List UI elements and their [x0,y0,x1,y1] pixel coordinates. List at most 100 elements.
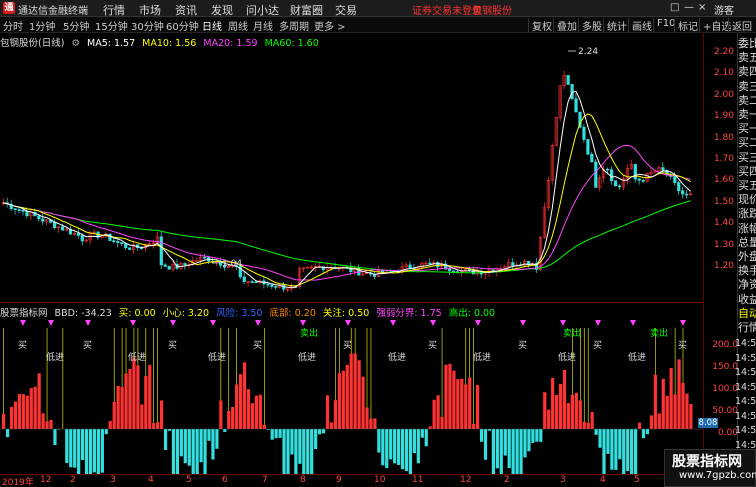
bbd-bar [81,429,85,461]
period-tab-1min[interactable]: 1分钟 [29,18,55,33]
menu-discover[interactable]: 发现 [211,2,233,18]
close-button[interactable]: × [698,2,706,13]
bbd-bar [574,392,578,429]
sidebar-item[interactable]: 卖五 [738,51,756,65]
bbd-bar [195,429,199,474]
candle-body [586,139,590,155]
bbd-bar [321,429,326,434]
bbd-bar [578,400,582,429]
signal-label: 买 [253,340,262,351]
bbd-bar [160,400,164,429]
candle-body [637,178,641,181]
restore-button[interactable]: □ [670,2,679,13]
menu-quotes[interactable]: 行情 [103,2,125,18]
sidebar-item[interactable]: 总量 [738,236,756,250]
sidebar-item[interactable]: 买四 [738,165,756,179]
sidebar-item[interactable]: 买五 [738,179,756,193]
bbd-bar [637,422,642,429]
date-label: 5 [186,475,192,485]
period-tab-5min[interactable]: 5分钟 [63,18,89,33]
period-tab-multi[interactable]: 多周期 [279,18,309,33]
sidebar-item[interactable]: 买一 [738,122,756,136]
bbd-bar [306,429,310,474]
bbd-bar [282,429,286,474]
menu-market[interactable]: 市场 [139,2,161,18]
bbd-bar [77,429,81,474]
candle-body [120,242,124,245]
bbd-bar [440,416,444,429]
bbd-bar [630,429,634,474]
sidebar-item[interactable]: 委比 [738,37,756,51]
sidebar-item[interactable]: 买三 [738,151,756,165]
sidebar-item[interactable]: 涨幅 [738,222,756,236]
period-tab-30min[interactable]: 30分钟 [131,18,164,33]
bbd-bar [535,429,539,442]
overlay-button[interactable]: 叠加 [553,18,577,33]
candle-body [159,236,163,266]
signal-marker [85,320,91,326]
price-chart[interactable]: 2.24 1.04 [0,47,705,302]
bbd-bar [167,429,172,431]
sidebar-item[interactable]: 收益 [738,293,756,307]
sidebar-item[interactable]: 外盘 [738,250,756,264]
candle-body [274,286,278,288]
sidebar-item[interactable]: 现价 [738,193,756,207]
sidebar-item[interactable]: 卖四 [738,65,756,79]
sidebar-item[interactable]: 卖二 [738,94,756,108]
candle-body [270,284,274,287]
bbd-bar [373,418,377,429]
bbd-bar [499,429,503,474]
guest-label[interactable]: 游客 [714,2,734,17]
add-watchlist-button[interactable]: +自选 [699,18,731,33]
period-tab-weekly[interactable]: 周线 [228,18,248,33]
bbd-bar [191,429,195,474]
sidebar-item[interactable]: 自动 [738,307,756,321]
multi-stock-button[interactable]: 多股 [578,18,602,33]
mark-button[interactable]: 标记 [674,18,698,33]
period-tab-60min[interactable]: 60分钟 [166,18,199,33]
sidebar-item[interactable]: 换手 [738,264,756,278]
menu-wealth[interactable]: 财富圈 [290,2,323,18]
sidebar-item[interactable]: 卖一 [738,108,756,122]
menu-ask[interactable]: 问小达 [246,2,279,18]
bbd-bar [132,357,136,429]
adjust-button[interactable]: 复权 [528,18,552,33]
bbd-bar [519,429,523,474]
bbd-bar [53,429,57,446]
bbd-bar [349,353,353,429]
sidebar-item[interactable]: 净资 [738,278,756,292]
sidebar-item[interactable]: 卖三 [738,80,756,94]
period-tab-daily[interactable]: 日线 [202,18,222,33]
f10-button[interactable]: F10 [653,18,675,32]
period-tab-timeshare[interactable]: 分时 [3,18,23,33]
bbd-bar [2,413,6,429]
bbd-bar [329,422,334,429]
date-label: 11 [412,475,424,485]
sidebar-item[interactable]: 涨跌 [738,207,756,221]
period-tab-more[interactable]: 更多 > [314,18,346,33]
back-button[interactable]: 返回 [728,18,756,33]
stats-button[interactable]: 统计 [603,18,627,33]
period-tab-monthly[interactable]: 月线 [253,18,273,33]
menu-news[interactable]: 资讯 [175,2,197,18]
bbd-bar [657,413,661,429]
bbd-bar [377,429,381,453]
draw-button[interactable]: 画线 [628,18,652,33]
minimize-button[interactable]: — [684,2,694,13]
bbd-bar [590,411,594,429]
bbd-bar [602,429,606,474]
bbd-bar [468,377,472,429]
indicator-chart[interactable]: 买低进买低进买低进买低进买低进买低进买低进买低进买卖出 卖出 卖出 [0,318,705,474]
bbd-bar [29,388,33,429]
bbd-bar [112,401,116,429]
bbd-bar [171,429,176,474]
sidebar-item[interactable]: 买二 [738,136,756,150]
bbd-bar [215,429,219,449]
tick-time: 14:5 [735,410,756,422]
bbd-bar [231,406,235,429]
menu-trade[interactable]: 交易 [335,2,357,18]
period-tab-15min[interactable]: 15分钟 [95,18,128,33]
bbd-bar [582,421,586,429]
sidebar-item[interactable]: 行情 [738,321,756,335]
bbd-bar [37,373,41,429]
